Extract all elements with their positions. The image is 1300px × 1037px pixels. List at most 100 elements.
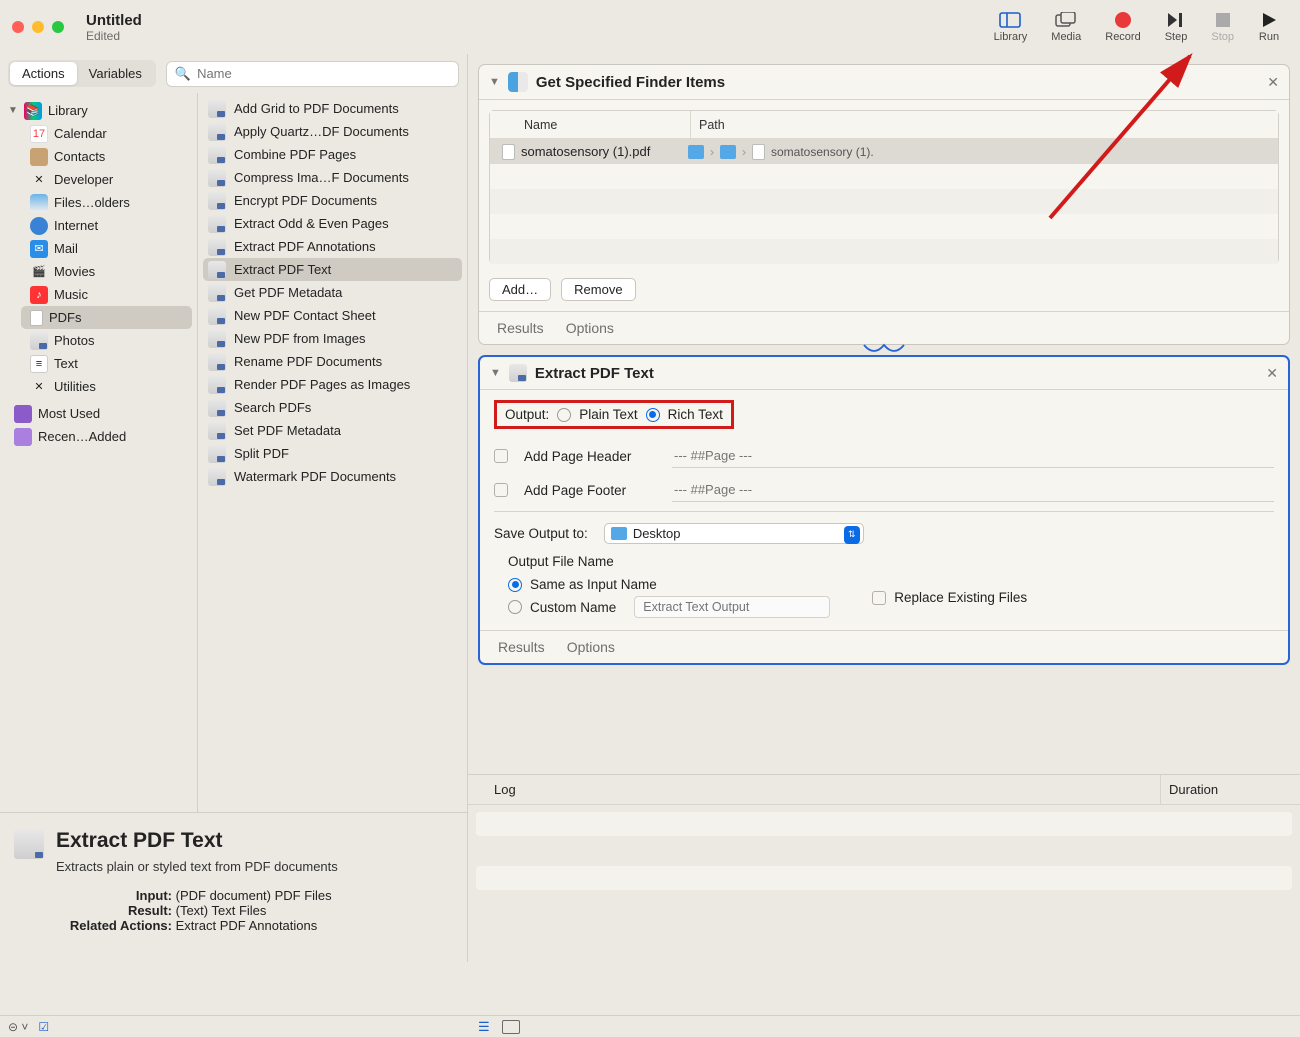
- pdf-action-icon: [208, 353, 226, 371]
- action-item[interactable]: Add Grid to PDF Documents: [198, 97, 467, 120]
- radio-rich-text[interactable]: [646, 408, 660, 422]
- record-button[interactable]: Record: [1105, 11, 1140, 43]
- checkbox-page-header[interactable]: [494, 449, 508, 463]
- action-item[interactable]: Rename PDF Documents: [198, 350, 467, 373]
- lib-files[interactable]: Files…olders: [16, 191, 197, 214]
- remove-button[interactable]: Remove: [561, 278, 635, 301]
- step-button[interactable]: Step: [1165, 11, 1188, 43]
- zoom-window-icon[interactable]: [52, 21, 64, 33]
- action-item[interactable]: Compress Ima…F Documents: [198, 166, 467, 189]
- search-input[interactable]: [197, 66, 450, 81]
- pdf-action-icon: [208, 192, 226, 210]
- add-button[interactable]: Add…: [489, 278, 551, 301]
- disclosure-icon[interactable]: ▼: [489, 76, 500, 88]
- action-item[interactable]: Split PDF: [198, 442, 467, 465]
- updown-icon: ⇅: [844, 526, 860, 544]
- output-label: Output:: [505, 407, 549, 422]
- lib-contacts[interactable]: Contacts: [16, 145, 197, 168]
- info-desc: Extracts plain or styled text from PDF d…: [56, 859, 453, 874]
- tab-variables[interactable]: Variables: [77, 62, 154, 85]
- action-item[interactable]: New PDF from Images: [198, 327, 467, 350]
- tab-actions[interactable]: Actions: [10, 62, 77, 85]
- action-item[interactable]: New PDF Contact Sheet: [198, 304, 467, 327]
- lib-internet[interactable]: Internet: [16, 214, 197, 237]
- finder-icon: [508, 72, 528, 92]
- lib-text[interactable]: ≡Text: [16, 352, 197, 375]
- disclosure-icon[interactable]: ▼: [8, 105, 18, 116]
- search-field[interactable]: 🔍: [166, 61, 459, 87]
- action-item[interactable]: Set PDF Metadata: [198, 419, 467, 442]
- window-subtitle: Edited: [86, 29, 142, 43]
- library-button[interactable]: Library: [994, 11, 1028, 43]
- step-icon: [1165, 11, 1187, 29]
- action-item[interactable]: Combine PDF Pages: [198, 143, 467, 166]
- log-row: [476, 893, 1292, 917]
- duration-header[interactable]: Duration: [1160, 775, 1300, 804]
- checkbox-status-icon[interactable]: ☑: [38, 1020, 49, 1034]
- workflow-canvas[interactable]: ▼ Get Specified Finder Items ✕ Name Path…: [468, 54, 1300, 774]
- pdf-file-icon: [752, 144, 765, 160]
- lib-most-used[interactable]: Most Used: [0, 402, 197, 425]
- options-tab[interactable]: Options: [567, 639, 615, 655]
- settings-icon[interactable]: ⊝ ˅: [8, 1020, 28, 1034]
- lib-pdfs[interactable]: PDFs: [21, 306, 192, 329]
- title-block: Untitled Edited: [86, 12, 142, 43]
- flow-view-icon[interactable]: [502, 1020, 520, 1034]
- log-panel: Log Duration: [468, 774, 1300, 962]
- lib-photos[interactable]: Photos: [16, 329, 197, 352]
- lib-movies[interactable]: 🎬Movies: [16, 260, 197, 283]
- checkbox-page-footer[interactable]: [494, 483, 508, 497]
- disclosure-icon[interactable]: ▼: [490, 367, 501, 379]
- page-footer-field[interactable]: [672, 478, 1274, 502]
- pdf-action-icon: [208, 169, 226, 187]
- action-get-specified-finder-items: ▼ Get Specified Finder Items ✕ Name Path…: [478, 64, 1290, 345]
- lib-calendar[interactable]: 17Calendar: [16, 122, 197, 145]
- actions-list: Add Grid to PDF DocumentsApply Quartz…DF…: [198, 93, 467, 812]
- lib-mail[interactable]: ✉Mail: [16, 237, 197, 260]
- library-header[interactable]: ▼ 📚 Library: [0, 99, 197, 122]
- run-button[interactable]: Run: [1258, 11, 1280, 43]
- stop-button: Stop: [1211, 11, 1234, 43]
- page-header-field[interactable]: [672, 444, 1274, 468]
- action-item[interactable]: Extract PDF Annotations: [198, 235, 467, 258]
- highlight-annotation: Output: Plain Text Rich Text: [494, 400, 734, 429]
- action-item[interactable]: Search PDFs: [198, 396, 467, 419]
- log-header[interactable]: Log: [468, 782, 1160, 797]
- lib-developer[interactable]: ✕Developer: [16, 168, 197, 191]
- info-title: Extract PDF Text: [56, 829, 453, 853]
- toolbar: Library Media Record Step Stop Run: [994, 11, 1288, 43]
- minimize-window-icon[interactable]: [32, 21, 44, 33]
- close-icon[interactable]: ✕: [1266, 365, 1278, 382]
- action-item[interactable]: Encrypt PDF Documents: [198, 189, 467, 212]
- close-window-icon[interactable]: [12, 21, 24, 33]
- lib-music[interactable]: ♪Music: [16, 283, 197, 306]
- action-item[interactable]: Render PDF Pages as Images: [198, 373, 467, 396]
- custom-name-field[interactable]: [634, 596, 830, 618]
- table-row[interactable]: somatosensory (1).pdf › › somatosensory …: [490, 139, 1278, 164]
- checkbox-replace-existing[interactable]: [872, 591, 886, 605]
- radio-custom-name[interactable]: [508, 600, 522, 614]
- titlebar: Untitled Edited Library Media Record Ste…: [0, 0, 1300, 54]
- results-tab[interactable]: Results: [498, 639, 545, 655]
- action-item[interactable]: Get PDF Metadata: [198, 281, 467, 304]
- media-button[interactable]: Media: [1051, 11, 1081, 43]
- action-item[interactable]: Extract PDF Text: [203, 258, 462, 281]
- action-item[interactable]: Apply Quartz…DF Documents: [198, 120, 467, 143]
- lib-recently-added[interactable]: Recen…Added: [0, 425, 197, 448]
- radio-plain-text[interactable]: [557, 408, 571, 422]
- close-icon[interactable]: ✕: [1267, 74, 1279, 91]
- pdf-action-icon: [208, 146, 226, 164]
- action-item[interactable]: Extract Odd & Even Pages: [198, 212, 467, 235]
- list-view-icon[interactable]: ☰: [478, 1019, 490, 1035]
- results-tab[interactable]: Results: [497, 320, 544, 336]
- lib-utilities[interactable]: ✕Utilities: [16, 375, 197, 398]
- stop-icon: [1212, 11, 1234, 29]
- action-item[interactable]: Watermark PDF Documents: [198, 465, 467, 488]
- radio-same-name[interactable]: [508, 578, 522, 592]
- pdf-action-icon: [208, 238, 226, 256]
- output-file-name-label: Output File Name: [508, 554, 1274, 569]
- pdf-action-icon: [208, 399, 226, 417]
- save-output-popup[interactable]: Desktop ⇅: [604, 523, 864, 544]
- pdf-action-icon: [208, 330, 226, 348]
- options-tab[interactable]: Options: [566, 320, 614, 336]
